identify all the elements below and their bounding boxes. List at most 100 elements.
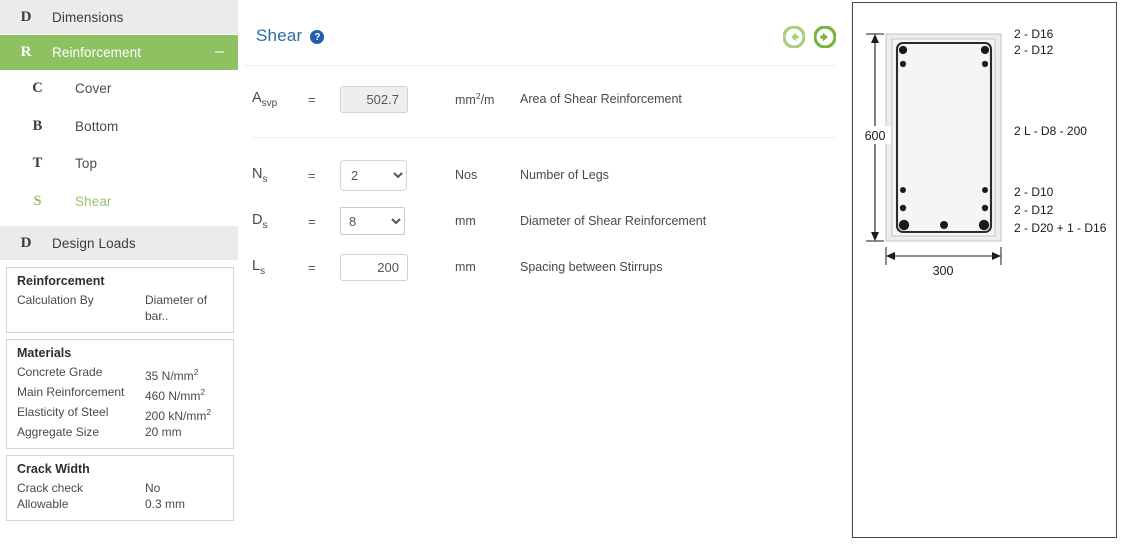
- header-divider: [245, 65, 835, 66]
- field-symbol: Ls: [252, 257, 266, 277]
- stirrup-spacing-input[interactable]: [340, 253, 408, 281]
- item-letter-icon: C: [32, 80, 43, 97]
- field-unit: mm: [455, 214, 476, 228]
- sidebar-item-top[interactable]: T Top: [0, 145, 238, 183]
- sidebar-section-label: Dimensions: [52, 9, 124, 25]
- rebar-top-left-d12: [899, 60, 907, 68]
- card-row-key: Crack check: [17, 481, 84, 495]
- sidebar-item-label: Cover: [75, 81, 112, 97]
- section-letter-icon: R: [20, 43, 32, 60]
- card-row-value: 20 mm: [145, 425, 182, 439]
- annotation-top-1: 2 - D16: [1014, 27, 1054, 41]
- sidebar: D Dimensions R Reinforcement – C Cover B…: [0, 0, 238, 544]
- card-row-value: 0.3 mm: [145, 497, 186, 511]
- rebar-top-left-d16: [898, 45, 908, 55]
- card-title: Crack Width: [17, 462, 90, 476]
- field-description: Area of Shear Reinforcement: [520, 92, 682, 106]
- rebar-side-left-d10: [900, 187, 906, 193]
- width-arrow-left: [886, 252, 895, 260]
- shear-diameter-select[interactable]: 68101216: [340, 207, 405, 235]
- card-row-value: 200 kN/mm2: [145, 407, 212, 423]
- main-panel: Shear ? Asvp = 502.7 mm2/m Area of Shear…: [238, 0, 852, 544]
- item-letter-icon: B: [32, 117, 43, 134]
- width-arrow-right: [992, 252, 1001, 260]
- card-title: Reinforcement: [17, 274, 105, 288]
- rebar-side-left-d12: [899, 204, 907, 212]
- asvp-input[interactable]: [340, 85, 408, 113]
- field-description: Number of Legs: [520, 168, 609, 182]
- sidebar-section-label: Reinforcement: [52, 44, 142, 60]
- field-unit: Nos: [455, 168, 478, 182]
- annotation-bottom-2: 2 - D12: [1014, 203, 1054, 217]
- annotation-stirrup: 2 L - D8 - 200: [1014, 124, 1087, 138]
- card-row-value: No: [145, 481, 161, 495]
- next-arrow-icon[interactable]: [814, 25, 836, 48]
- card-row-value: 460 N/mm2: [145, 387, 206, 403]
- summary-card-reinforcement: Reinforcement Calculation By Diameter of…: [6, 267, 234, 333]
- depth-arrow-bottom: [871, 232, 879, 241]
- equals-sign: =: [308, 167, 316, 183]
- field-row-ds: Ds = 68101216 mm Diameter of Shear Reinf…: [246, 198, 851, 244]
- sidebar-item-cover[interactable]: C Cover: [0, 70, 238, 108]
- main-header: Shear ?: [238, 0, 851, 50]
- card-row-key: Allowable: [17, 497, 69, 511]
- sidebar-item-shear[interactable]: S Shear: [0, 182, 238, 220]
- sidebar-section-dimensions[interactable]: D Dimensions: [0, 0, 238, 35]
- equals-sign: =: [308, 213, 316, 229]
- previous-arrow-icon[interactable]: [783, 25, 805, 48]
- field-control: [340, 85, 442, 113]
- card-row: Calculation By Diameter of bar..: [17, 292, 225, 324]
- card-row-key: Aggregate Size: [17, 425, 100, 439]
- annotation-bottom-3: 2 - D20 + 1 - D16: [1014, 221, 1107, 235]
- card-row: Concrete Grade 35 N/mm2: [17, 364, 225, 384]
- field-row-ls: Ls = mm Spacing between Stirrups: [246, 244, 851, 290]
- sidebar-section-reinforcement[interactable]: R Reinforcement –: [0, 35, 238, 70]
- field-control: 68101216: [340, 207, 442, 235]
- rebar-bottom-right-d20: [978, 219, 990, 231]
- depth-label: 600: [865, 129, 886, 143]
- card-row: Aggregate Size 20 mm: [17, 424, 225, 440]
- field-symbol: Ds: [252, 211, 268, 231]
- summary-card-crack-width: Crack Width Crack check No Allowable 0.3…: [6, 455, 234, 521]
- card-row-key: Elasticity of Steel: [17, 405, 109, 419]
- beam-cross-section-diagram: 600 300 2 - D16 2 - D12 2 L - D8 - 200 2…: [859, 27, 1107, 278]
- navigation-arrows: [783, 25, 836, 48]
- field-control: [340, 253, 442, 281]
- sidebar-item-label: Shear: [75, 193, 112, 209]
- sidebar-item-bottom[interactable]: B Bottom: [0, 107, 238, 145]
- field-symbol: Ns: [252, 165, 268, 185]
- depth-arrow-top: [871, 34, 879, 43]
- rebar-bottom-left-d20: [898, 219, 910, 231]
- field-unit: mm: [455, 260, 476, 274]
- rebar-bottom-middle-d16: [940, 221, 948, 229]
- card-row-key: Main Reinforcement: [17, 385, 125, 399]
- field-row-ns: Ns = 2346 Nos Number of Legs: [246, 152, 851, 198]
- section-diagram-panel: 600 300 2 - D16 2 - D12 2 L - D8 - 200 2…: [852, 2, 1117, 538]
- rebar-top-right-d12: [981, 60, 989, 68]
- sidebar-item-label: Top: [75, 156, 98, 172]
- field-description: Diameter of Shear Reinforcement: [520, 214, 707, 228]
- equals-sign: =: [308, 91, 316, 107]
- card-row: Elasticity of Steel 200 kN/mm2: [17, 404, 225, 424]
- sidebar-section-design-loads[interactable]: D Design Loads: [0, 226, 238, 261]
- annotation-bottom-1: 2 - D10: [1014, 185, 1054, 199]
- sidebar-item-label: Bottom: [75, 118, 119, 134]
- rebar-side-right-d10: [982, 187, 988, 193]
- page-title: Shear: [256, 26, 303, 45]
- shear-form: Asvp = mm2/m Area of Shear Reinforcement…: [238, 76, 851, 290]
- sidebar-section-label: Design Loads: [52, 235, 136, 251]
- rebar-side-right-d12: [981, 204, 989, 212]
- card-row-key: Calculation By: [17, 293, 94, 307]
- help-icon[interactable]: ?: [310, 30, 325, 44]
- item-letter-icon: S: [33, 192, 42, 209]
- concrete-core: [891, 38, 996, 237]
- item-letter-icon: T: [32, 155, 43, 172]
- field-unit: mm2/m: [455, 90, 495, 108]
- card-row: Allowable 0.3 mm: [17, 496, 225, 512]
- number-of-legs-select[interactable]: 2346: [340, 159, 407, 191]
- card-row-value: 35 N/mm2: [145, 367, 199, 383]
- collapse-minus-icon[interactable]: –: [215, 44, 224, 60]
- summary-card-materials: Materials Concrete Grade 35 N/mm2 Main R…: [6, 339, 234, 449]
- application-root: D Dimensions R Reinforcement – C Cover B…: [0, 0, 1121, 544]
- section-letter-icon: D: [20, 8, 32, 25]
